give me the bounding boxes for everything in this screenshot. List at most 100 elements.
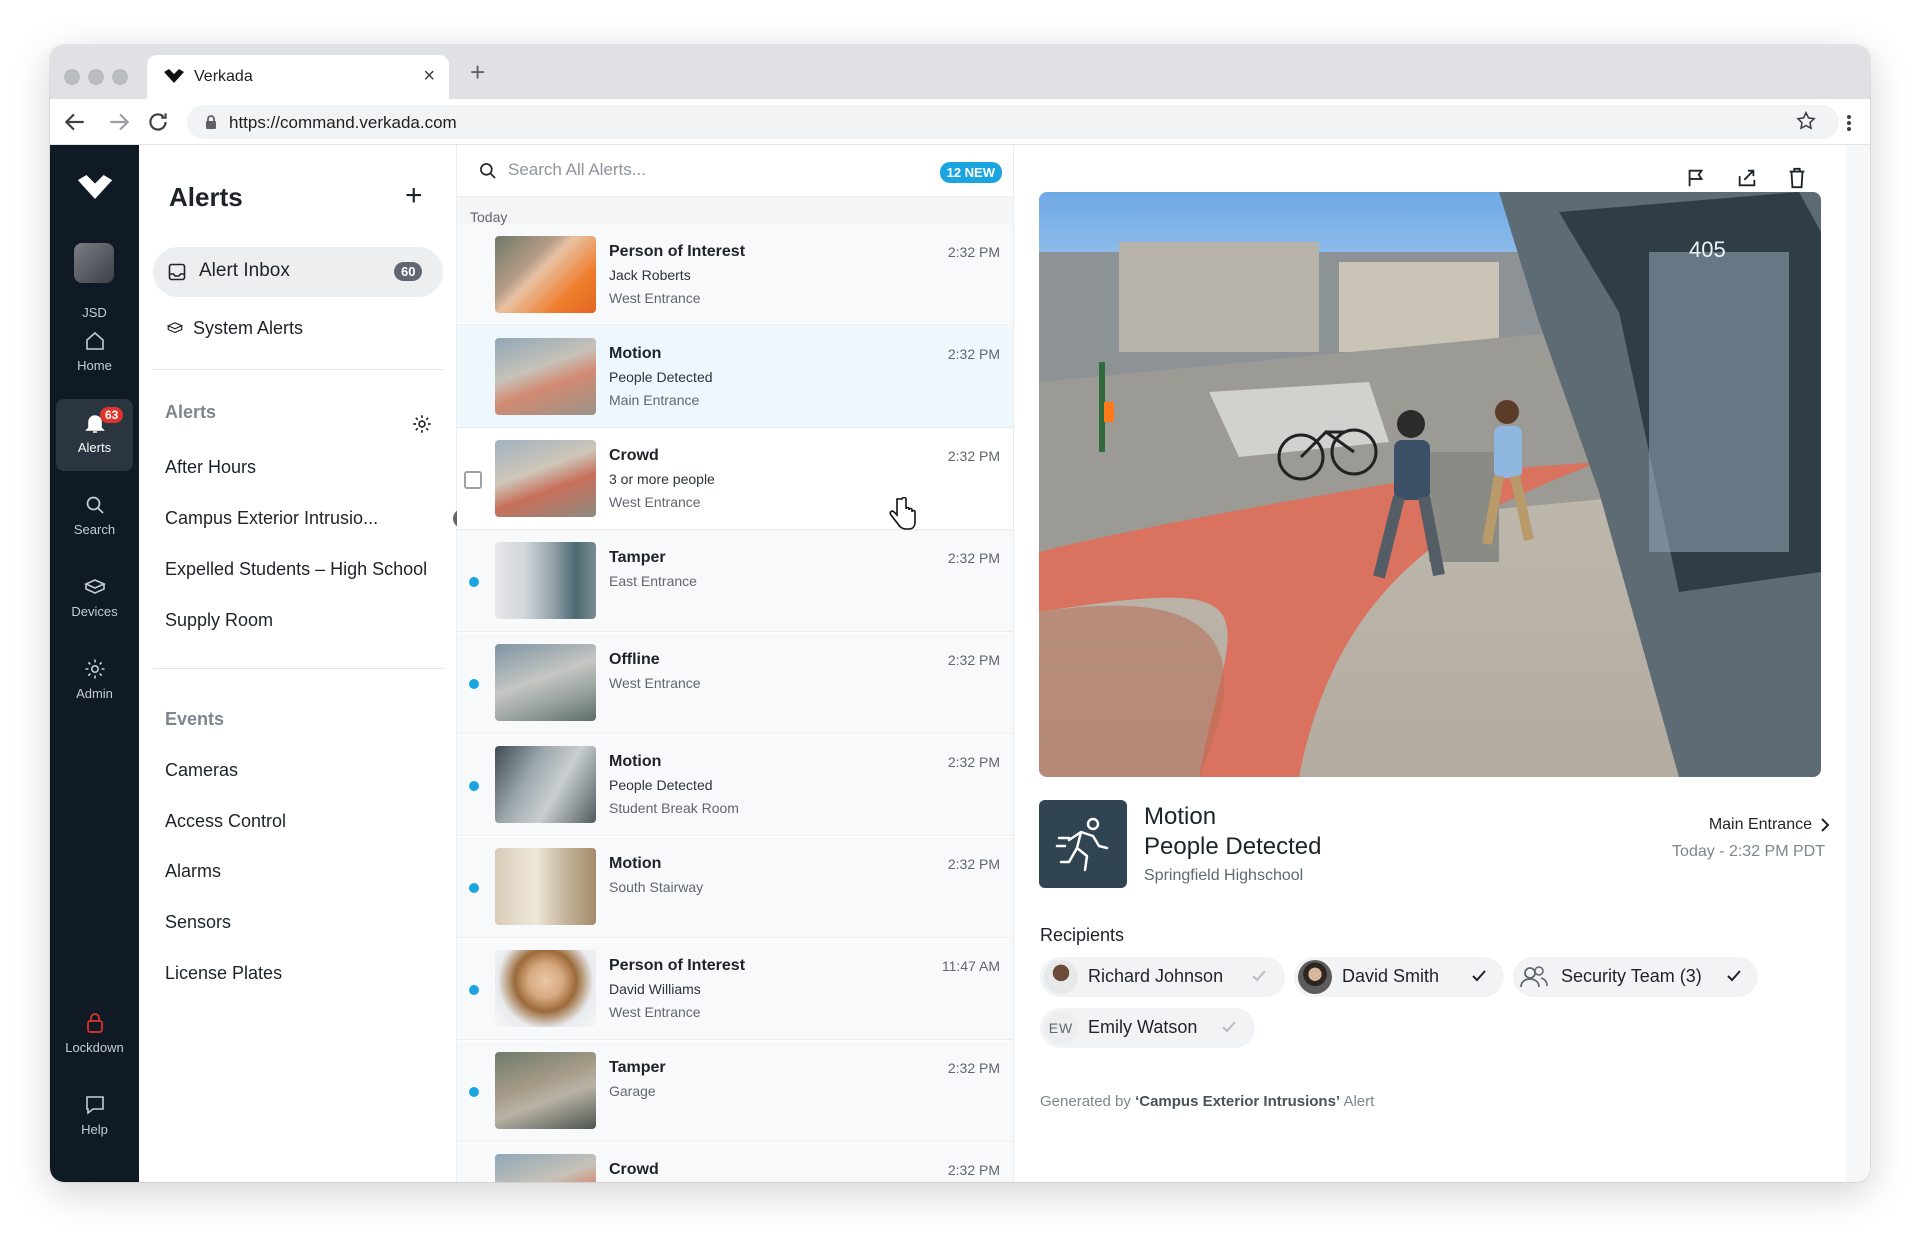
search-icon [480,163,496,179]
list-item[interactable]: Tamper East Entrance 2:32 PM [457,531,1013,632]
alert-thumbnail [495,542,596,619]
alert-thumbnail [495,440,596,517]
running-person-icon [1055,817,1109,872]
alert-settings-gear-icon[interactable] [411,413,433,435]
alert-title: Crowd [609,447,659,464]
alert-search[interactable]: Search All Alerts... 12 NEW [457,145,1013,197]
recipient-chip[interactable]: EW Emily Watson [1040,1008,1255,1048]
sidebar-item-cameras[interactable]: Cameras [165,760,238,781]
recipient-name: Emily Watson [1088,1017,1198,1037]
bookmark-star-icon[interactable] [1795,110,1817,132]
forward-arrow-icon[interactable] [106,109,132,135]
unread-dot [469,679,479,689]
generated-alert-name: ‘Campus Exterior Intrusions’ [1135,1093,1341,1110]
search-icon [86,496,104,514]
sidebar-item-sensors[interactable]: Sensors [165,912,231,933]
rail-label: Admin [76,686,113,701]
event-site: Springfield Highschool [1144,867,1304,884]
recipient-name: Richard Johnson [1088,966,1224,986]
alerts-section-heading: Alerts [165,402,217,422]
rail-item-home[interactable]: Home [56,317,133,389]
new-alerts-badge: 12 NEW [939,162,1002,183]
sidebar-item-label: License Plates [165,963,283,983]
list-item[interactable]: Person of Interest Jack Roberts West Ent… [457,225,1013,326]
flag-icon[interactable] [1685,167,1707,189]
alert-time: 2:32 PM [947,1060,1000,1076]
sidebar-item-supply-room[interactable]: Supply Room [165,610,273,631]
alert-location: Student Break Room [609,800,739,816]
rail-label: Help [81,1122,108,1137]
list-item[interactable]: Motion South Stairway 2:32 PM [457,837,1013,938]
alert-location: West Entrance [609,675,701,691]
list-item[interactable]: Crowd 2:32 PM [457,1143,1013,1182]
alert-time: 2:32 PM [947,856,1000,872]
list-item[interactable]: Tamper Garage 2:32 PM [457,1041,1013,1142]
new-tab-button[interactable]: + [470,59,485,85]
share-icon[interactable] [1735,167,1759,189]
row-checkbox[interactable] [464,471,482,489]
rail-item-devices[interactable]: Devices [56,563,133,635]
sidebar-item-license-plates[interactable]: License Plates [165,963,282,984]
window-close-dot[interactable] [64,69,80,85]
rail-item-alerts[interactable]: 63 Alerts [56,399,133,471]
list-item[interactable]: Person of Interest David Williams West E… [457,939,1013,1040]
sidebar-item-label: Campus Exterior Intrusio... [165,508,379,528]
devices-icon [166,322,184,334]
window-minimize-dot[interactable] [88,69,104,85]
reload-icon[interactable] [145,109,171,135]
browser-toolbar: https://command.verkada.com [50,99,1870,145]
user-avatar[interactable] [74,243,114,283]
address-bar[interactable]: https://command.verkada.com [187,105,1839,139]
rail-item-search[interactable]: Search [56,481,133,553]
alerts-count-badge: 63 [100,407,124,423]
list-item[interactable]: Motion People Detected Student Break Roo… [457,735,1013,836]
window-zoom-dot[interactable] [112,69,128,85]
sidebar-item-system-alerts[interactable]: System Alerts [165,318,303,339]
browser-window: Verkada × + https://command.verkada.com … [50,45,1870,1182]
browser-tab[interactable]: Verkada × [147,55,449,99]
list-item[interactable]: Crowd 3 or more people West Entrance 2:3… [457,429,1013,530]
group-label: Today [470,209,508,225]
event-location-link[interactable]: Main Entrance [1709,816,1830,834]
alert-time: 11:47 AM [941,958,1000,974]
alert-time: 2:32 PM [947,346,1000,362]
sidebar-item-access-control[interactable]: Access Control [165,811,286,832]
sidebar-item-campus-exterior[interactable]: Campus Exterior Intrusio... [165,508,378,529]
sidebar-item-after-hours[interactable]: After Hours [165,457,256,478]
unread-dot [469,985,479,995]
rail-item-help[interactable]: Help [56,1081,133,1153]
search-input[interactable]: Search All Alerts... [508,160,646,180]
list-item[interactable]: Offline West Entrance 2:32 PM [457,633,1013,734]
alert-title: Offline [609,651,660,668]
hand-cursor-icon [889,497,916,530]
recipient-chip[interactable]: David Smith [1294,957,1504,997]
alert-location: South Stairway [609,879,704,895]
recipient-chip[interactable]: Security Team (3) [1513,957,1758,997]
verkada-logo-icon[interactable] [77,175,113,199]
camera-frame: 405 [1039,192,1821,777]
alert-title: Tamper [609,549,666,566]
rail-item-lockdown[interactable]: Lockdown [56,999,133,1071]
check-icon [1727,970,1741,982]
list-item[interactable]: Motion People Detected Main Entrance 2:3… [457,327,1013,428]
sidebar-item-alert-inbox[interactable]: Alert Inbox 60 [153,247,443,297]
building-number: 405 [1689,237,1726,262]
rail-label: Devices [71,604,118,619]
tab-close-icon[interactable]: × [423,65,435,88]
generated-prefix: Generated by [1040,1093,1136,1110]
alert-title: Tamper [609,1059,666,1076]
sidebar-title: Alerts [169,182,243,212]
recipient-chip[interactable]: Richard Johnson [1040,957,1285,997]
alert-thumbnail [495,644,596,721]
alert-location: Main Entrance [609,392,700,408]
trash-icon[interactable] [1787,167,1807,189]
sidebar-item-alarms[interactable]: Alarms [165,861,221,882]
rail-item-admin[interactable]: Admin [56,645,133,717]
check-icon [1222,1021,1236,1033]
sidebar-item-expelled-students[interactable]: Expelled Students – High School [165,559,427,580]
back-arrow-icon[interactable] [62,109,88,135]
add-alert-button[interactable]: + [405,179,423,213]
browser-menu-icon[interactable] [1846,114,1852,132]
alert-video-player[interactable]: 405 [1039,192,1821,777]
alert-time: 2:32 PM [947,244,1000,260]
